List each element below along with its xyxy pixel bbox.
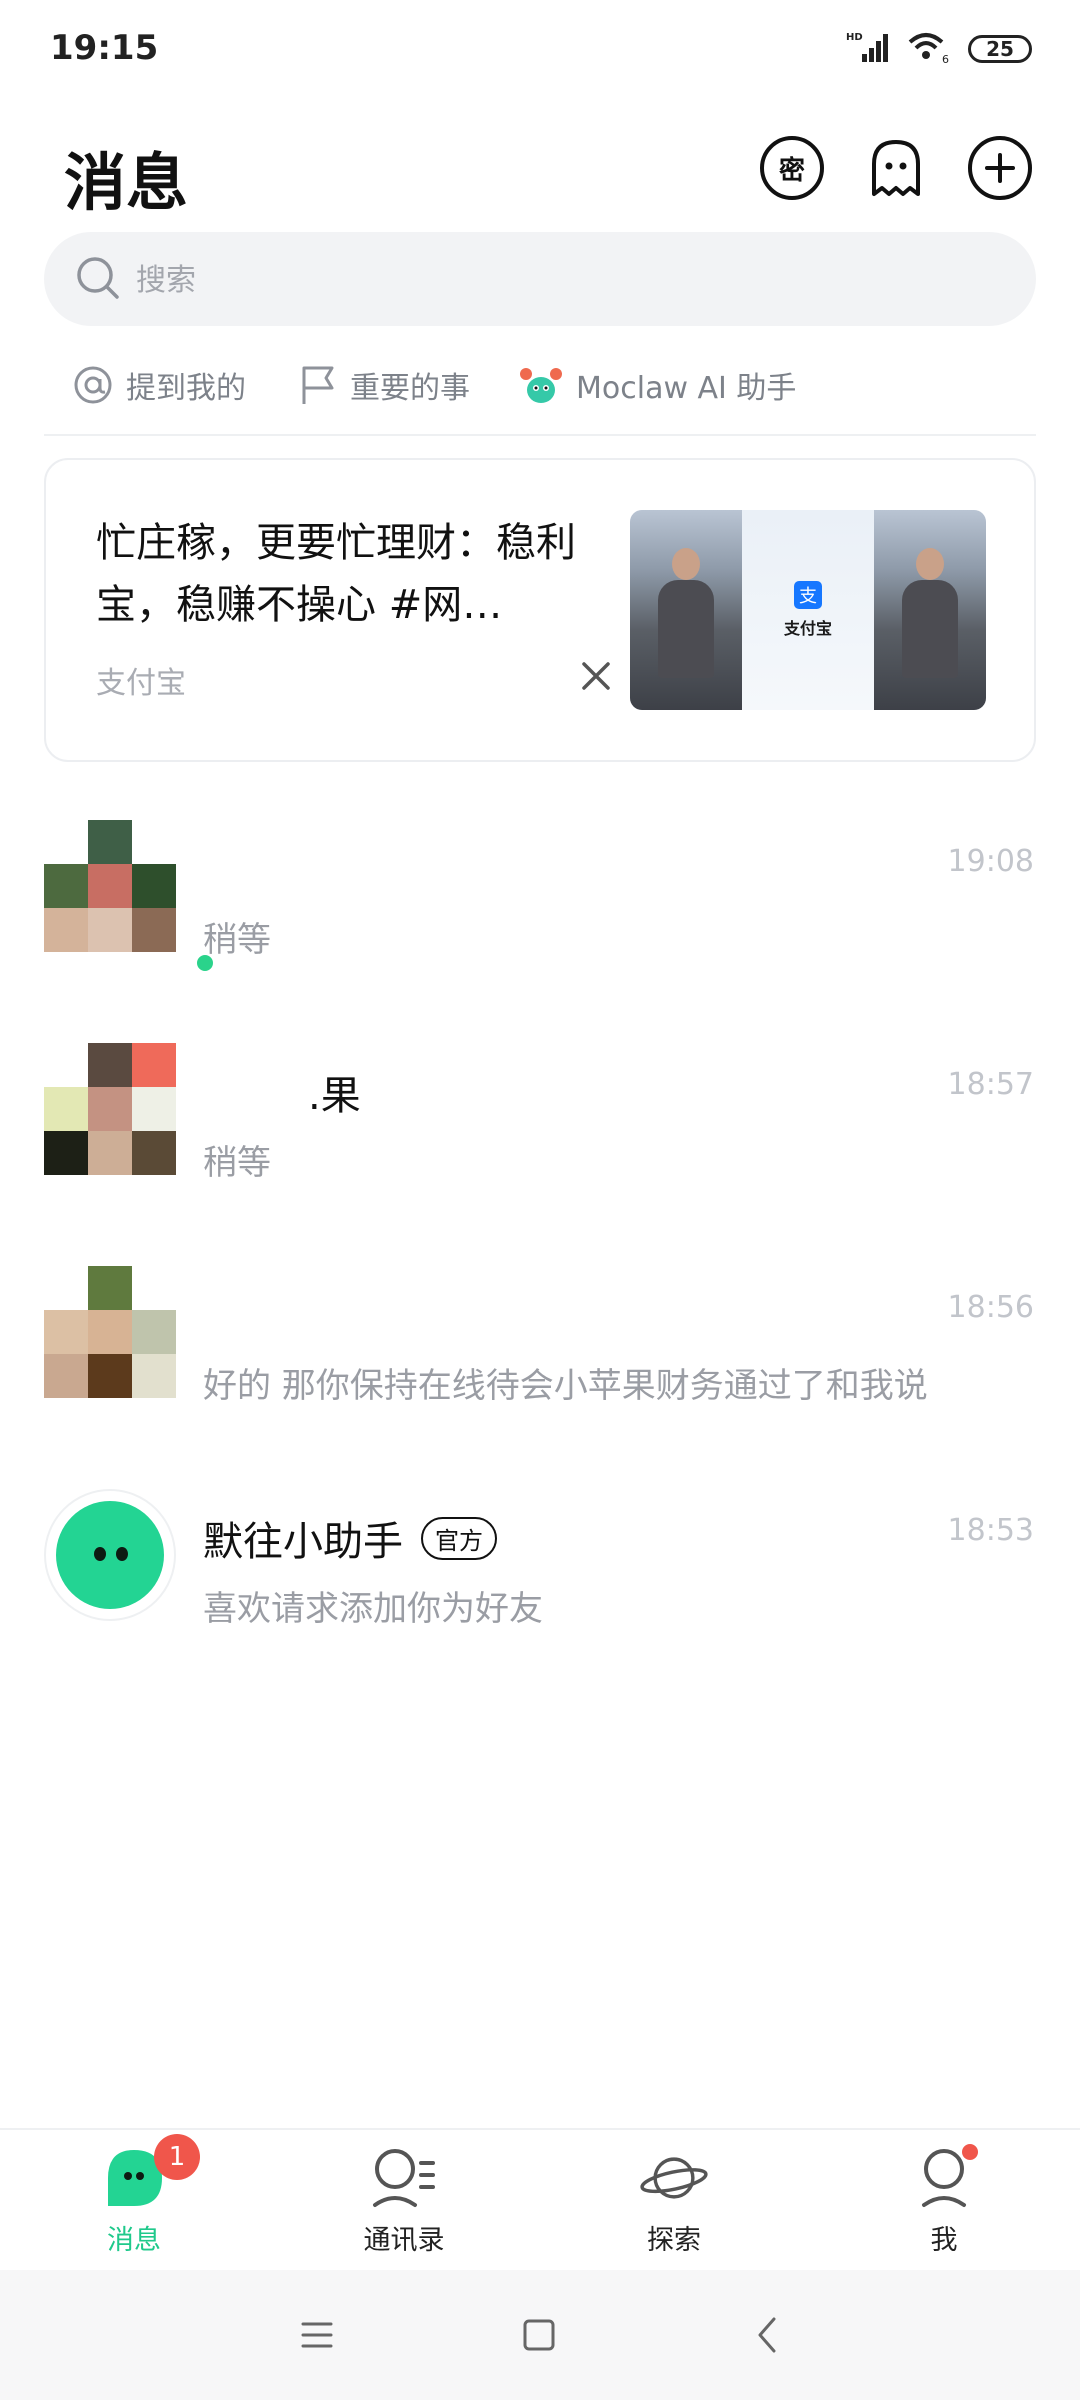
recent-apps-button[interactable]: [292, 2310, 342, 2360]
status-bar: 19:15 HD 6 25: [0, 0, 1080, 100]
ghost-icon: [872, 140, 920, 196]
ad-image-left-panel: [630, 510, 742, 710]
avatar: [44, 1266, 176, 1398]
avatar: [44, 820, 216, 974]
secret-chat-button[interactable]: 密: [760, 136, 824, 200]
flag-icon: [302, 366, 334, 404]
chat-preview: 稍等: [203, 1143, 271, 1183]
chat-time: 18:53: [947, 1513, 1034, 1548]
ghost-mode-button[interactable]: [864, 136, 928, 200]
tab-me[interactable]: 我: [844, 2144, 1044, 2257]
chat-item[interactable]: 默往小助手 官方 18:53 喜欢请求添加你为好友: [0, 1469, 1080, 1669]
crab-mascot-icon: [520, 368, 562, 403]
header: 消息 密: [0, 120, 1080, 220]
chat-name: .果: [203, 1063, 361, 1121]
ad-title: 忙庄稼，更要忙理财：稳利宝，稳赚不操心 #网…: [96, 520, 576, 628]
page-title: 消息: [64, 146, 189, 219]
status-time: 19:15: [50, 28, 159, 68]
chat-item[interactable]: 18:56 好的 那你保持在线待会小苹果财务通过了和我说: [0, 1246, 1080, 1446]
svg-text:HD: HD: [846, 32, 863, 43]
ad-card[interactable]: 忙庄稼，更要忙理财：稳利宝，稳赚不操心 #网… 支付宝 支 支付宝: [44, 458, 1036, 762]
back-button[interactable]: [742, 2310, 792, 2360]
contacts-tab-icon-wrap: [368, 2144, 440, 2212]
chat-name-text: 默往小助手: [203, 1519, 403, 1565]
bottom-nav: 1 消息 通讯录 探索 我: [0, 2128, 1080, 2268]
divider: [44, 434, 1036, 436]
tab-messages[interactable]: 1 消息: [34, 2134, 234, 2257]
ad-source: 支付宝: [96, 666, 186, 701]
contacts-icon: [373, 2149, 435, 2207]
chat-name-text: .果: [308, 1073, 361, 1119]
notification-dot: [962, 2144, 978, 2160]
tab-messages-label: 消息: [107, 2225, 161, 2256]
chat-item[interactable]: .果 18:57 稍等: [0, 1023, 1080, 1223]
ad-image-right-panel: [874, 510, 986, 710]
chat-preview: 稍等: [203, 920, 271, 960]
ad-image-brand: 支付宝: [783, 619, 832, 638]
chat-name: 默往小助手 官方: [203, 1509, 497, 1567]
header-actions: 密: [760, 136, 1032, 200]
chat-preview: 好的 那你保持在线待会小苹果财务通过了和我说: [203, 1366, 928, 1406]
planet-icon: [640, 2157, 708, 2199]
close-icon[interactable]: [576, 656, 616, 696]
important-filter[interactable]: 重要的事: [298, 363, 470, 407]
explore-tab-icon-wrap: [638, 2144, 710, 2212]
menu-icon: [301, 2322, 333, 2348]
quick-filter-row: 提到我的 重要的事 Moclaw AI 助手: [0, 350, 1080, 420]
battery-level: 25: [986, 37, 1014, 61]
cellular-signal-icon: HD: [846, 30, 890, 68]
important-filter-label: 重要的事: [350, 371, 470, 406]
messages-tab-icon-wrap: 1: [98, 2134, 200, 2212]
mentions-filter[interactable]: 提到我的: [72, 363, 246, 407]
person-figure: [658, 548, 714, 678]
search-input[interactable]: [134, 232, 998, 328]
tab-contacts[interactable]: 通讯录: [304, 2144, 504, 2257]
chat-time: 18:56: [947, 1290, 1034, 1325]
search-bar[interactable]: [44, 232, 1036, 328]
chat-item[interactable]: 19:08 稍等: [0, 800, 1080, 1000]
avatar: [44, 1043, 176, 1175]
ad-image-center-panel: 支 支付宝: [742, 510, 874, 710]
at-icon: [74, 366, 112, 404]
chevron-left-icon: [758, 2317, 776, 2353]
add-button[interactable]: [968, 136, 1032, 200]
home-button[interactable]: [514, 2310, 564, 2360]
tab-explore[interactable]: 探索: [574, 2144, 774, 2257]
me-tab-icon-wrap: [908, 2144, 980, 2212]
ai-assistant-filter-label: Moclaw AI 助手: [576, 371, 797, 406]
square-icon: [523, 2319, 555, 2351]
ai-assistant-filter[interactable]: Moclaw AI 助手: [518, 362, 796, 408]
alipay-logo-icon: 支: [794, 581, 822, 609]
ad-image[interactable]: 支 支付宝: [630, 510, 986, 710]
secret-chat-label: 密: [778, 155, 805, 186]
assistant-bot-avatar: [44, 1489, 176, 1621]
chat-time: 19:08: [947, 844, 1034, 879]
bot-face-icon: [56, 1501, 164, 1609]
tab-me-label: 我: [930, 2225, 958, 2256]
unread-badge: 1: [154, 2134, 200, 2180]
search-icon: [77, 257, 119, 299]
svg-text:6: 6: [942, 53, 949, 64]
status-icons: HD 6 25: [846, 30, 1032, 68]
tab-contacts-label: 通讯录: [363, 2225, 445, 2256]
system-navigation-bar: [0, 2270, 1080, 2400]
mentions-filter-label: 提到我的: [126, 371, 246, 406]
official-badge: 官方: [421, 1516, 497, 1560]
tab-explore-label: 探索: [647, 2225, 701, 2256]
chat-preview: 喜欢请求添加你为好友: [203, 1589, 543, 1629]
wifi-icon: 6: [906, 30, 952, 68]
avatar: [44, 1489, 176, 1621]
chat-time: 18:57: [947, 1067, 1034, 1102]
battery-icon: 25: [968, 35, 1032, 63]
plus-icon: [985, 153, 1015, 183]
person-figure: [902, 548, 958, 678]
